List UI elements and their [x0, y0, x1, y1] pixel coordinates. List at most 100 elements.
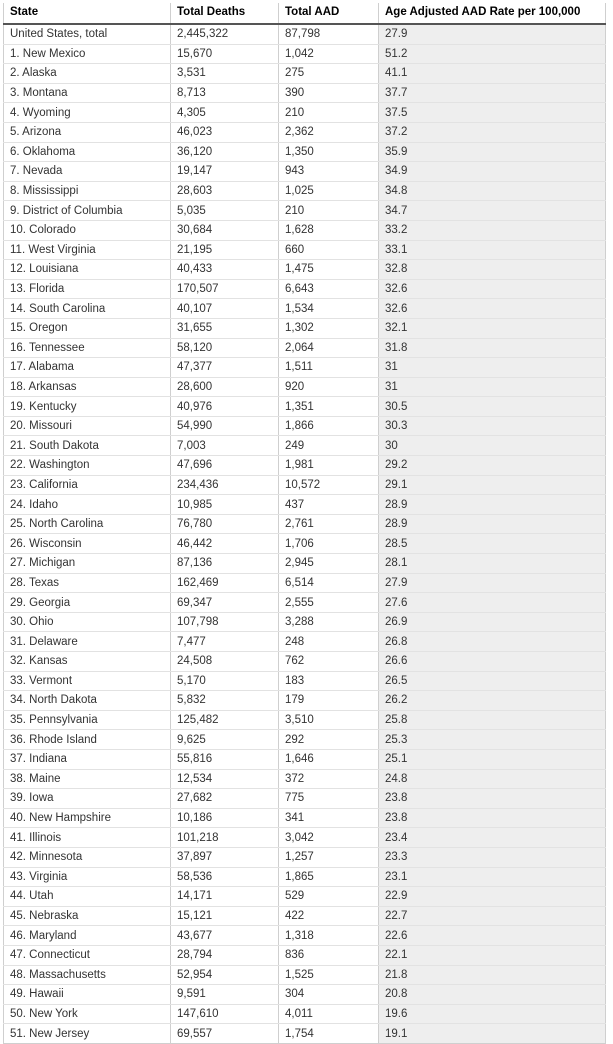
- cell-total-aad: 1,628: [278, 220, 379, 241]
- cell-age-adjusted-rate: 28.9: [378, 514, 606, 535]
- cell-state: 6. Oklahoma: [3, 142, 171, 163]
- cell-total-aad: 422: [278, 906, 379, 927]
- table-row: 49. Hawaii 9,591 304 20.8: [3, 984, 606, 1005]
- cell-total-deaths: 9,625: [170, 729, 279, 750]
- cell-state: 41. Illinois: [3, 827, 171, 848]
- cell-state: 14. South Carolina: [3, 298, 171, 319]
- cell-state: 4. Wyoming: [3, 102, 171, 123]
- cell-total-aad: 2,064: [278, 338, 379, 359]
- cell-state: 44. Utah: [3, 886, 171, 907]
- cell-state: 13. Florida: [3, 279, 171, 300]
- cell-total-aad: 1,525: [278, 965, 379, 986]
- table-row: 21. South Dakota 7,003 249 30: [3, 435, 606, 457]
- cell-total-aad: 3,510: [278, 710, 379, 731]
- cell-age-adjusted-rate: 30: [378, 435, 606, 457]
- cell-total-aad: 1,257: [278, 847, 379, 868]
- cell-age-adjusted-rate: 29.2: [378, 455, 606, 476]
- cell-total-deaths: 31,655: [170, 318, 279, 339]
- cell-age-adjusted-rate: 37.2: [378, 122, 606, 143]
- cell-total-aad: 3,288: [278, 612, 379, 633]
- table-row: 23. California 234,436 10,572 29.1: [3, 475, 606, 496]
- cell-age-adjusted-rate: 34.9: [378, 161, 606, 182]
- table-row: 3. Montana 8,713 390 37.7: [3, 83, 606, 104]
- cell-total-aad: 1,475: [278, 259, 379, 280]
- cell-age-adjusted-rate: 25.8: [378, 710, 606, 731]
- cell-total-deaths: 15,121: [170, 906, 279, 927]
- table-row: 31. Delaware 7,477 248 26.8: [3, 631, 606, 652]
- cell-total-aad: 6,643: [278, 279, 379, 300]
- cell-total-aad: 372: [278, 769, 379, 790]
- cell-age-adjusted-rate: 37.5: [378, 102, 606, 123]
- table-row: 4. Wyoming 4,305 210 37.5: [3, 102, 606, 123]
- cell-age-adjusted-rate: 23.3: [378, 847, 606, 868]
- cell-total-aad: 1,350: [278, 142, 379, 163]
- cell-age-adjusted-rate: 26.9: [378, 612, 606, 633]
- cell-total-deaths: 125,482: [170, 710, 279, 731]
- cell-age-adjusted-rate: 30.3: [378, 416, 606, 437]
- cell-age-adjusted-rate: 35.9: [378, 142, 606, 163]
- cell-total-aad: 1,511: [278, 357, 379, 378]
- cell-state: 16. Tennessee: [3, 338, 171, 359]
- cell-total-deaths: 19,147: [170, 161, 279, 182]
- cell-state: 19. Kentucky: [3, 396, 171, 417]
- cell-age-adjusted-rate: 23.1: [378, 867, 606, 888]
- cell-state: 25. North Carolina: [3, 514, 171, 535]
- cell-state: 21. South Dakota: [3, 435, 171, 457]
- table-row: 11. West Virginia 21,195 660 33.1: [3, 240, 606, 261]
- cell-total-aad: 1,646: [278, 749, 379, 770]
- cell-state: 40. New Hampshire: [3, 808, 171, 829]
- table-row: 42. Minnesota 37,897 1,257 23.3: [3, 847, 606, 868]
- cell-age-adjusted-rate: 22.7: [378, 906, 606, 927]
- cell-state: 12. Louisiana: [3, 259, 171, 280]
- cell-total-aad: 3,042: [278, 827, 379, 848]
- cell-state: 22. Washington: [3, 455, 171, 476]
- cell-total-deaths: 46,442: [170, 533, 279, 555]
- cell-total-aad: 1,351: [278, 396, 379, 417]
- cell-state: 43. Virginia: [3, 867, 171, 888]
- cell-state: 37. Indiana: [3, 749, 171, 770]
- cell-total-aad: 1,706: [278, 533, 379, 555]
- cell-state: 31. Delaware: [3, 631, 171, 652]
- cell-age-adjusted-rate: 27.9: [378, 24, 606, 45]
- cell-total-aad: 2,555: [278, 592, 379, 613]
- table-header: State Total Deaths Total AAD Age Adjuste…: [3, 3, 606, 25]
- cell-age-adjusted-rate: 26.2: [378, 690, 606, 711]
- cell-age-adjusted-rate: 32.8: [378, 259, 606, 280]
- cell-age-adjusted-rate: 19.6: [378, 1004, 606, 1025]
- cell-age-adjusted-rate: 25.3: [378, 729, 606, 750]
- cell-age-adjusted-rate: 34.8: [378, 181, 606, 202]
- cell-state: 32. Kansas: [3, 651, 171, 672]
- cell-age-adjusted-rate: 23.4: [378, 827, 606, 848]
- cell-state: United States, total: [3, 24, 171, 45]
- cell-total-aad: 292: [278, 729, 379, 750]
- cell-age-adjusted-rate: 27.9: [378, 573, 606, 594]
- cell-total-deaths: 76,780: [170, 514, 279, 535]
- cell-total-aad: 2,945: [278, 553, 379, 574]
- table-row: 8. Mississippi 28,603 1,025 34.8: [3, 181, 606, 202]
- cell-total-deaths: 10,985: [170, 494, 279, 515]
- cell-state: 46. Maryland: [3, 925, 171, 946]
- cell-state: 28. Texas: [3, 573, 171, 594]
- table-row: 22. Washington 47,696 1,981 29.2: [3, 455, 606, 476]
- table-row: 36. Rhode Island 9,625 292 25.3: [3, 729, 606, 750]
- table-row: 32. Kansas 24,508 762 26.6: [3, 651, 606, 672]
- cell-state: 10. Colorado: [3, 220, 171, 241]
- cell-total-aad: 529: [278, 886, 379, 907]
- cell-total-deaths: 54,990: [170, 416, 279, 437]
- cell-total-deaths: 21,195: [170, 240, 279, 261]
- cell-age-adjusted-rate: 33.2: [378, 220, 606, 241]
- cell-total-aad: 1,534: [278, 298, 379, 319]
- table-row: 26. Wisconsin 46,442 1,706 28.5: [3, 533, 606, 555]
- cell-total-aad: 920: [278, 377, 379, 398]
- cell-state: 51. New Jersey: [3, 1023, 171, 1044]
- cell-age-adjusted-rate: 31: [378, 357, 606, 378]
- cell-state: 35. Pennsylvania: [3, 710, 171, 731]
- cell-total-aad: 6,514: [278, 573, 379, 594]
- column-header-total-aad: Total AAD: [278, 3, 379, 25]
- cell-total-deaths: 40,433: [170, 259, 279, 280]
- cell-total-deaths: 46,023: [170, 122, 279, 143]
- cell-total-aad: 304: [278, 984, 379, 1005]
- cell-total-deaths: 58,120: [170, 338, 279, 359]
- cell-total-deaths: 9,591: [170, 984, 279, 1005]
- cell-total-deaths: 69,557: [170, 1023, 279, 1044]
